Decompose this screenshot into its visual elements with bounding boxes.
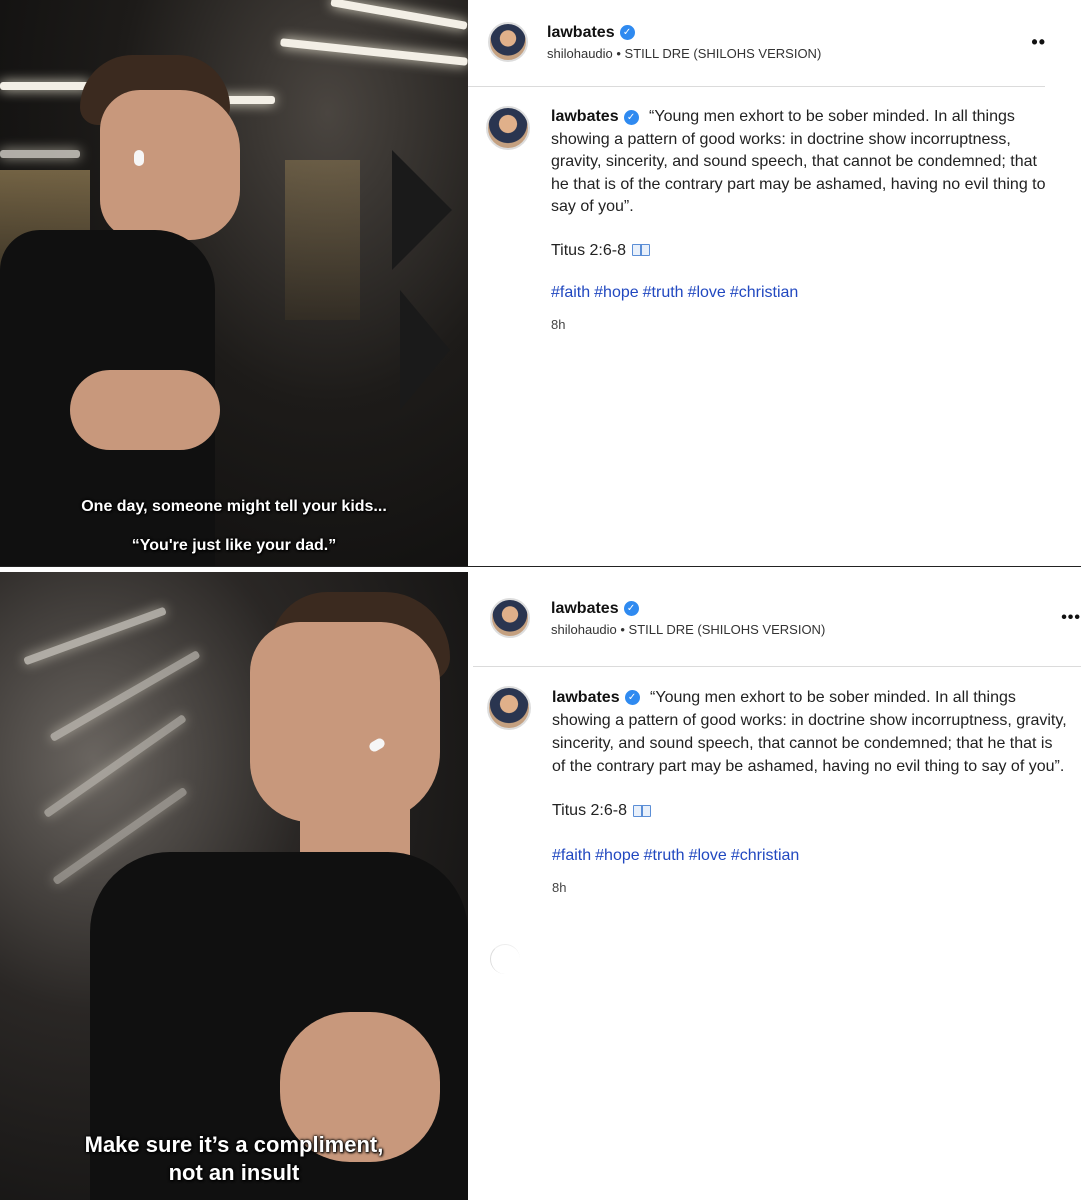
hashtag-link[interactable]: #christian <box>731 847 799 864</box>
hashtag-link[interactable]: #christian <box>730 284 798 301</box>
video-caption-line-1: One day, someone might tell your kids... <box>81 498 387 515</box>
hashtag-link[interactable]: #truth <box>643 284 684 301</box>
username-text: lawbates <box>552 689 620 706</box>
video-player[interactable]: One day, someone might tell your kids...… <box>0 0 468 566</box>
verified-badge-icon: ✓ <box>623 109 639 125</box>
post-screenshot-2: Make sure it’s a compliment, not an insu… <box>0 572 1081 1200</box>
more-options-button[interactable]: •• <box>1031 32 1046 53</box>
open-book-icon <box>633 804 651 817</box>
more-options-button[interactable]: ••• <box>1061 609 1081 627</box>
caption-body: lawbates ✓ “Young men exhort to be sober… <box>551 106 1046 336</box>
author-avatar[interactable] <box>486 106 530 150</box>
caption-post: lawbates ✓ “Young men exhort to be sober… <box>486 106 1046 336</box>
username-text: lawbates <box>551 599 619 617</box>
username-text: lawbates <box>551 108 619 125</box>
header-divider <box>473 666 1081 667</box>
post-header: lawbates ✓ shilohaudio • STILL DRE (SHIL… <box>488 20 1046 64</box>
hashtag-link[interactable]: #love <box>689 847 727 864</box>
hashtag-list: #faith #hope #truth #love #christian <box>551 282 1046 305</box>
verified-badge-icon: ✓ <box>623 601 639 616</box>
author-avatar[interactable] <box>490 598 530 638</box>
video-frame <box>0 572 468 1200</box>
hashtag-link[interactable]: #faith <box>551 284 590 301</box>
video-caption-line-1: Make sure it’s a compliment, <box>84 1132 384 1157</box>
post-screenshot-1: One day, someone might tell your kids...… <box>0 0 1081 566</box>
scripture-citation: Titus 2:6-8 <box>551 240 1046 263</box>
hashtag-list: #faith #hope #truth #love #christian <box>552 844 1067 867</box>
post-sidebar: lawbates ✓ shilohaudio • STILL DRE (SHIL… <box>468 572 1081 1200</box>
video-caption-line-2: “You're just like your dad.” <box>131 537 337 554</box>
author-username[interactable]: lawbates ✓ <box>547 24 635 42</box>
author-avatar[interactable] <box>488 22 528 62</box>
hashtag-link[interactable]: #hope <box>594 284 639 301</box>
citation-text: Titus 2:6-8 <box>551 241 626 259</box>
audio-track-link[interactable]: shilohaudio • STILL DRE (SHILOHS VERSION… <box>551 622 1061 637</box>
header-divider <box>468 86 1045 87</box>
verified-badge-icon: ✓ <box>619 25 635 40</box>
hashtag-link[interactable]: #love <box>688 284 726 301</box>
post-header: lawbates ✓ shilohaudio • STILL DRE (SHIL… <box>490 596 1081 640</box>
video-player[interactable]: Make sure it’s a compliment, not an insu… <box>0 572 468 1200</box>
video-caption-line-2: not an insult <box>168 1160 300 1185</box>
scripture-citation: Titus 2:6-8 <box>552 799 1067 822</box>
post-timestamp[interactable]: 8h <box>552 876 1067 899</box>
hashtag-link[interactable]: #truth <box>644 847 685 864</box>
open-book-icon <box>632 244 650 257</box>
hashtag-link[interactable]: #hope <box>595 847 640 864</box>
audio-track-link[interactable]: shilohaudio • STILL DRE (SHILOHS VERSION… <box>547 46 1031 61</box>
author-username[interactable]: lawbates ✓ <box>551 106 639 129</box>
post-sidebar: lawbates ✓ shilohaudio • STILL DRE (SHIL… <box>468 0 1081 566</box>
caption-post: lawbates ✓ “Young men exhort to be sober… <box>487 686 1067 899</box>
hashtag-link[interactable]: #faith <box>552 847 591 864</box>
citation-text: Titus 2:6-8 <box>552 802 627 819</box>
post-timestamp[interactable]: 8h <box>551 314 1046 337</box>
author-username[interactable]: lawbates ✓ <box>552 686 640 709</box>
username-text: lawbates <box>547 23 615 41</box>
author-username[interactable]: lawbates ✓ <box>551 600 639 618</box>
author-avatar[interactable] <box>487 686 531 730</box>
video-frame <box>0 0 468 566</box>
loading-spinner-icon <box>490 944 520 974</box>
verified-badge-icon: ✓ <box>624 690 640 705</box>
caption-body: lawbates ✓ “Young men exhort to be sober… <box>552 686 1067 899</box>
